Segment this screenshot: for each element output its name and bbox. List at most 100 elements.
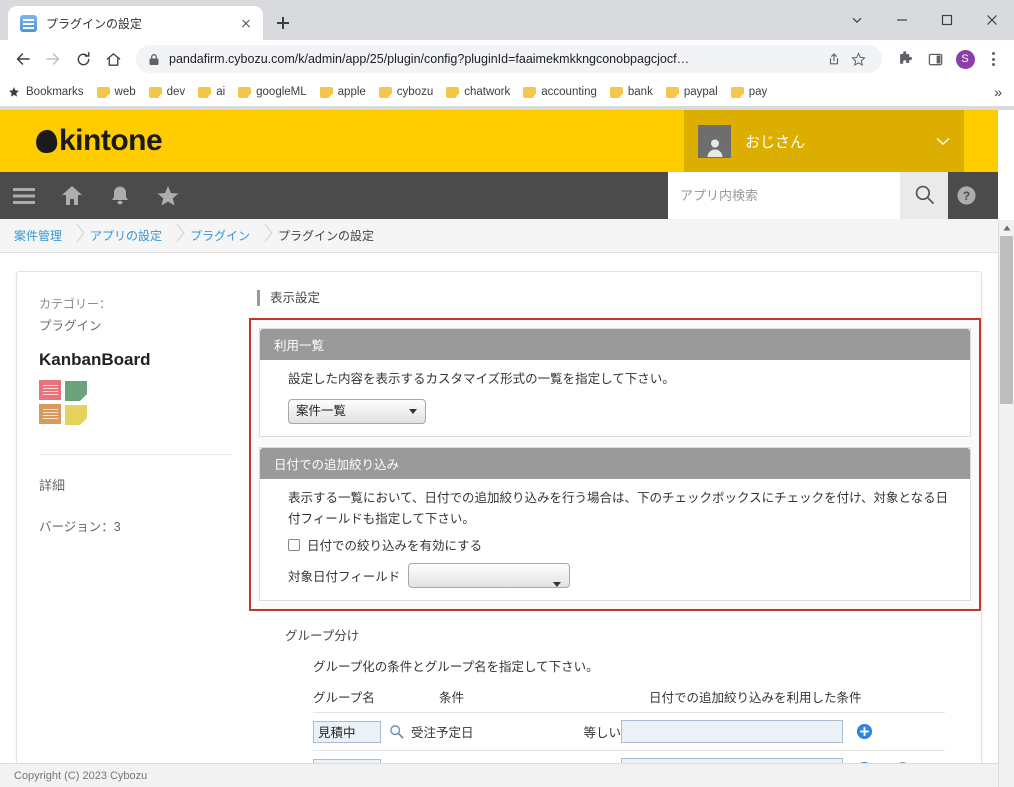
folder-icon [149, 87, 162, 98]
sticky-note-orange-icon [39, 404, 61, 424]
bookmark-label: pay [749, 86, 768, 98]
plugin-settings-card: カテゴリー： プラグイン KanbanBoard 詳細 バージョン：3 [16, 271, 982, 787]
date-filter-checkbox-label: 日付での絞り込みを有効にする [307, 535, 482, 554]
group-name-input[interactable] [313, 721, 381, 743]
usage-list-select[interactable]: 案件一覧 [288, 399, 426, 424]
search-input[interactable] [668, 172, 900, 219]
folder-icon [198, 87, 211, 98]
share-icon[interactable] [822, 52, 846, 66]
bookmark-item[interactable]: web [97, 86, 136, 98]
sidepanel-icon[interactable] [920, 44, 950, 74]
column-header-date-condition: 日付での追加絞り込みを利用した条件 [649, 687, 945, 706]
folder-icon [666, 87, 679, 98]
breadcrumb-separator-icon [162, 219, 190, 253]
bookmark-item[interactable]: bank [610, 86, 653, 98]
breadcrumb-item[interactable]: アプリの設定 [90, 227, 162, 244]
scrollbar-thumb[interactable] [1000, 236, 1013, 404]
category-value: プラグイン [39, 315, 231, 334]
forward-icon[interactable] [38, 44, 68, 74]
bookmark-star-icon[interactable] [846, 52, 870, 67]
browser-tab[interactable]: プラグインの設定 [8, 6, 263, 40]
profile-avatar[interactable]: S [950, 44, 980, 74]
bookmark-item[interactable]: accounting [523, 86, 597, 98]
bookmark-item[interactable]: pay [731, 86, 768, 98]
minimize-icon[interactable] [879, 0, 924, 40]
kanbanboard-plugin-icon [39, 380, 89, 426]
page-viewport: kintone おじさん [0, 110, 1014, 787]
table-row: 受注予定日 等しい [313, 712, 945, 750]
bookmark-label: apple [338, 86, 366, 98]
scroll-up-icon[interactable] [999, 220, 1014, 236]
chrome-menu-icon[interactable] [980, 52, 1006, 66]
bookmark-item[interactable]: apple [320, 86, 366, 98]
group-description: グループ化の条件とグループ名を指定して下さい。 [313, 656, 981, 675]
sticky-note-green-icon [65, 381, 87, 401]
chevron-down-icon [936, 134, 950, 149]
breadcrumb-item[interactable]: 案件管理 [14, 227, 62, 244]
bookmark-item[interactable]: dev [149, 86, 186, 98]
bookmark-item[interactable]: cybozu [379, 86, 433, 98]
panel-usage-list: 利用一覧 設定した内容を表示するカスタマイズ形式の一覧を指定して下さい。 案件一… [259, 328, 971, 437]
folder-icon [238, 87, 251, 98]
highlighted-settings-region: 利用一覧 設定した内容を表示するカスタマイズ形式の一覧を指定して下さい。 案件一… [249, 318, 981, 611]
category-label: カテゴリー： [39, 294, 231, 315]
bookmark-item[interactable]: paypal [666, 86, 718, 98]
folder-icon [446, 87, 459, 98]
group-title: グループ分け [285, 625, 981, 644]
bookmark-label: accounting [541, 86, 597, 98]
version-label: バージョン：3 [39, 516, 231, 535]
vertical-scrollbar[interactable] [998, 220, 1014, 787]
bookmark-bookmarks[interactable]: Bookmarks [8, 86, 84, 98]
extensions-puzzle-icon[interactable] [890, 44, 920, 74]
search-icon [914, 184, 935, 208]
hamburger-menu-icon[interactable] [0, 172, 48, 219]
user-avatar-icon [698, 125, 731, 158]
kintone-logo-icon [35, 128, 59, 154]
bookmarks-overflow-icon[interactable]: » [994, 84, 1006, 100]
url-text: pandafirm.cybozu.com/k/admin/app/25/plug… [169, 52, 822, 66]
breadcrumb-item[interactable]: プラグイン [190, 227, 250, 244]
condition-operator: 等しい [583, 722, 621, 741]
address-bar[interactable]: pandafirm.cybozu.com/k/admin/app/25/plug… [136, 45, 882, 73]
column-header-group-name: グループ名 [313, 687, 439, 706]
folder-icon [320, 87, 333, 98]
maximize-icon[interactable] [924, 0, 969, 40]
folder-icon [97, 87, 110, 98]
user-menu[interactable]: おじさん [684, 110, 964, 172]
window-close-icon[interactable] [969, 0, 1014, 40]
reload-icon[interactable] [68, 44, 98, 74]
bookmark-label: chatwork [464, 86, 510, 98]
plugin-name: KanbanBoard [39, 350, 231, 370]
extension-icons: S [890, 44, 1006, 74]
help-icon[interactable]: ? [942, 172, 990, 219]
new-tab-button[interactable] [269, 9, 297, 37]
date-filter-checkbox[interactable] [288, 539, 300, 551]
sidebar-divider [39, 454, 231, 455]
search-icon[interactable] [381, 724, 411, 739]
search-button[interactable] [900, 172, 948, 219]
target-date-select[interactable] [408, 563, 570, 588]
group-table-header: グループ名 条件 日付での追加絞り込みを利用した条件 [313, 687, 945, 712]
bookmark-item[interactable]: googleML [238, 86, 307, 98]
bookmarks-bar: Bookmarks web dev ai googleML apple cybo… [0, 78, 1014, 106]
window-controls [834, 0, 1014, 40]
favorites-star-icon[interactable] [144, 172, 192, 219]
add-row-icon[interactable] [843, 723, 885, 740]
notification-bell-icon[interactable] [96, 172, 144, 219]
chevron-down-icon[interactable] [834, 0, 879, 40]
home-icon[interactable] [98, 44, 128, 74]
breadcrumb-separator-icon [62, 219, 90, 253]
close-icon[interactable] [235, 12, 257, 34]
avatar: S [956, 50, 975, 69]
page-icon [20, 15, 37, 32]
plugin-sidebar: カテゴリー： プラグイン KanbanBoard 詳細 バージョン：3 [17, 272, 249, 787]
folder-icon [379, 87, 392, 98]
kintone-logo[interactable]: kintone [36, 124, 162, 158]
user-name: おじさん [745, 131, 936, 152]
bookmark-item[interactable]: ai [198, 86, 225, 98]
home-icon[interactable] [48, 172, 96, 219]
date-filter-checkbox-row: 日付での絞り込みを有効にする [288, 535, 954, 554]
back-icon[interactable] [8, 44, 38, 74]
bookmark-item[interactable]: chatwork [446, 86, 510, 98]
date-condition-input[interactable] [621, 720, 843, 743]
